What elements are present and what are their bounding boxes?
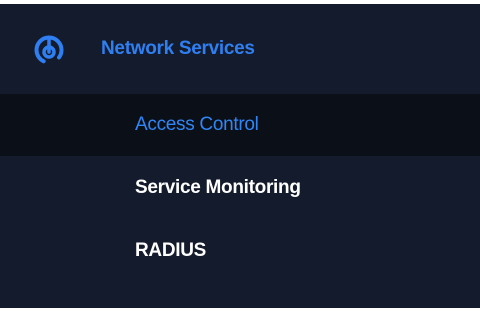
- sidebar-item-service-monitoring[interactable]: Service Monitoring: [0, 157, 480, 219]
- sidebar-section-network-services[interactable]: Network Services: [0, 4, 480, 94]
- radar-icon: [32, 33, 66, 67]
- sidebar-item-label: Access Control: [135, 114, 259, 135]
- sidebar-item-access-control[interactable]: Access Control: [0, 94, 480, 156]
- sidebar-nav: Network Services Access Control Service …: [0, 4, 480, 308]
- sidebar-item-label: Service Monitoring: [135, 177, 301, 198]
- sidebar-item-radius[interactable]: RADIUS: [0, 220, 480, 282]
- sidebar-section-label: Network Services: [101, 38, 255, 59]
- sidebar-item-label: RADIUS: [135, 240, 207, 261]
